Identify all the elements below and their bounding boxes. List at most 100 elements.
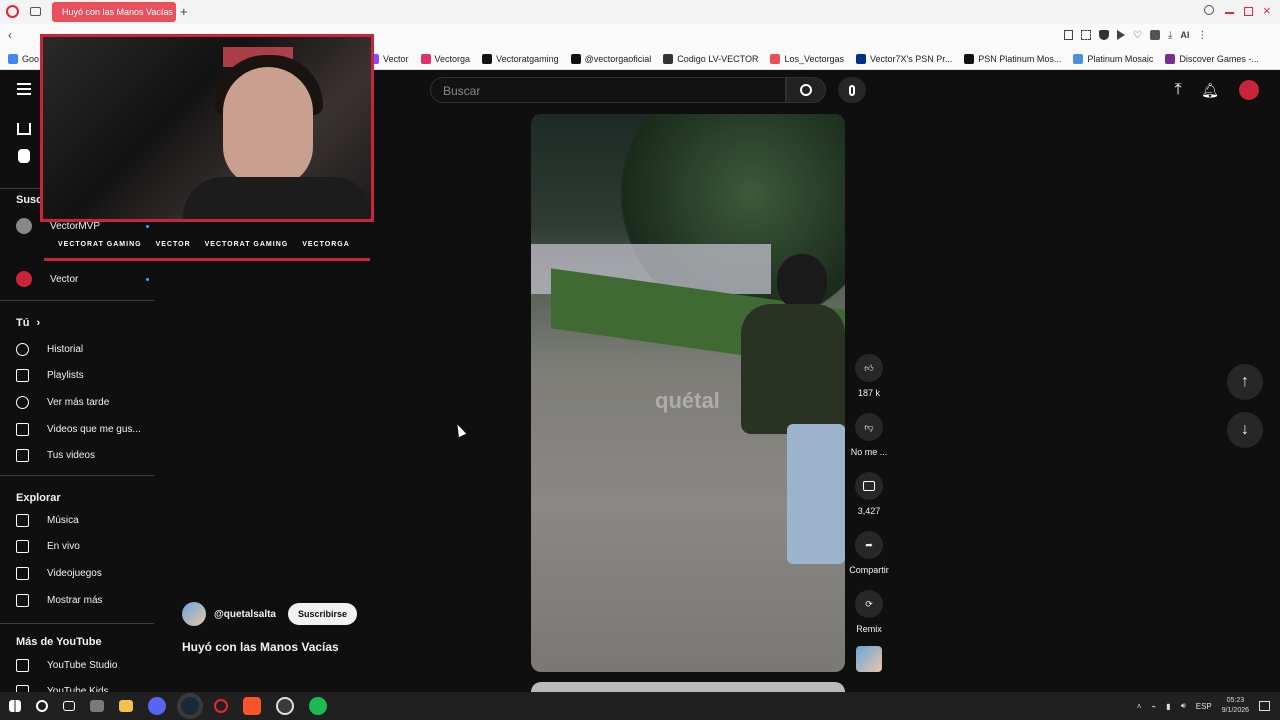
tab-manager-icon[interactable] (30, 7, 41, 16)
you-heading[interactable]: Tú › (16, 317, 40, 329)
bookmark-item[interactable]: Codigo LV-VECTOR (663, 53, 759, 64)
language-indicator[interactable]: ESP (1196, 702, 1212, 711)
search-icon (800, 84, 812, 96)
maximize-icon[interactable] (1244, 7, 1253, 16)
search-icon[interactable] (36, 700, 48, 712)
sidebar-item[interactable]: YouTube Studio (16, 655, 117, 675)
voice-search-button[interactable] (838, 77, 866, 103)
bookmark-item[interactable]: PSN Platinum Mos... (964, 53, 1061, 64)
search-input[interactable]: Buscar (430, 77, 786, 103)
back-icon[interactable]: ‹ (8, 28, 12, 42)
dislike-label: No me ... (850, 447, 888, 457)
bookmark-item[interactable]: Vectorga (420, 53, 470, 64)
menu-icon[interactable]: ⋮ (1197, 30, 1207, 41)
extension-icon[interactable] (1149, 30, 1160, 40)
bookmark-item[interactable]: Vectoratgaming (482, 53, 559, 64)
sidebar-item[interactable]: Vector (16, 269, 149, 289)
sidebar-item[interactable]: Playlists (16, 366, 84, 386)
opera-icon[interactable] (214, 699, 228, 713)
hamburger-menu-icon[interactable] (17, 83, 31, 95)
comments-button[interactable] (855, 472, 883, 500)
notifications-bell-icon[interactable]: 🔔︎ (1200, 80, 1220, 100)
short-video-player[interactable]: quétal (531, 114, 845, 672)
sidebar-item-label: Ver más tarde (47, 396, 110, 408)
ai-icon[interactable]: AI (1180, 30, 1189, 41)
arrow-down-icon: ↓ (1241, 421, 1249, 438)
bookmark-item[interactable]: Vector (369, 53, 409, 64)
sidebar-item-label: Videos que me gus... (47, 423, 141, 435)
microphone-tray-icon[interactable]: ▮ (1166, 702, 1170, 711)
play-icon[interactable] (1117, 30, 1125, 40)
remix-button[interactable]: ⟳ (855, 590, 883, 618)
heart-icon[interactable]: ♡ (1133, 30, 1142, 41)
remix-action: ⟳ Remix (846, 590, 892, 634)
like-count: 187 k (857, 388, 881, 398)
new-tab-icon[interactable]: + (180, 4, 188, 19)
windows-start-icon[interactable] (9, 700, 21, 712)
bookmark-label: Codigo LV-VECTOR (677, 53, 759, 64)
sidebar-item[interactable]: Videojuegos (16, 563, 102, 583)
bookmark-favicon-icon (663, 53, 674, 64)
file-manager-icon[interactable] (90, 700, 104, 712)
search-tabs-icon[interactable] (1204, 5, 1214, 15)
bookmark-item[interactable]: Discover Games -... (1165, 53, 1259, 64)
sidebar-item[interactable]: Música (16, 510, 79, 530)
sidebar-item[interactable]: Tus videos (16, 446, 95, 466)
bookmark-favicon-icon (420, 53, 431, 64)
opera-logo-icon[interactable] (6, 5, 19, 18)
file-explorer-icon[interactable] (119, 700, 133, 712)
gaming-icon (16, 566, 29, 580)
next-short-button[interactable]: ↓ (1227, 412, 1263, 448)
audio-source-avatar[interactable] (856, 646, 882, 672)
sidebar-item[interactable]: Historial (16, 339, 83, 359)
short-title[interactable]: Huyó con las Manos Vacías (182, 640, 339, 654)
obs-icon[interactable] (276, 697, 294, 715)
home-icon[interactable] (17, 123, 31, 135)
upload-icon[interactable]: ⤒ (1168, 80, 1188, 100)
sidebar-item[interactable]: En vivo (16, 537, 80, 557)
channel-name[interactable]: @quetalsalta (214, 609, 276, 620)
notifications-icon[interactable] (1259, 701, 1270, 711)
network-icon[interactable]: ⌁ (1151, 702, 1156, 711)
dislike-button[interactable]: 👎︎ (855, 413, 883, 441)
bookmark-label: Vector7X's PSN Pr... (870, 53, 953, 64)
minimize-icon[interactable] (1225, 12, 1234, 14)
clock[interactable]: 05:23 9/1/2026 (1222, 696, 1249, 716)
share-button[interactable]: ➦ (855, 531, 883, 559)
search-button[interactable] (786, 77, 826, 103)
spotify-icon[interactable] (309, 697, 327, 715)
microphone-icon (849, 84, 855, 96)
sidebar-item-label: Videojuegos (47, 567, 102, 579)
discord-icon[interactable] (148, 697, 166, 715)
bookmark-icon[interactable] (1064, 30, 1073, 40)
like-button[interactable]: 👍︎ (855, 354, 883, 382)
shield-icon[interactable] (1099, 30, 1109, 40)
sidebar-item-label: En vivo (47, 541, 80, 553)
steam-icon[interactable] (181, 697, 199, 715)
comment-count: 3,427 (857, 506, 881, 516)
subscribe-button[interactable]: Suscribirse (288, 603, 358, 625)
close-icon[interactable]: × (1263, 3, 1271, 18)
volume-icon[interactable]: 🔊︎ (1181, 701, 1186, 711)
bookmark-item[interactable]: Platinum Mosaic (1073, 53, 1153, 64)
dislike-action: 👎︎ No me ... (846, 413, 892, 457)
snapshot-icon[interactable] (1081, 30, 1091, 40)
chevron-up-icon[interactable]: ˄ (1137, 702, 1142, 711)
sidebar-item[interactable]: Ver más tarde (16, 392, 109, 412)
bookmark-item[interactable]: Goo (8, 53, 39, 64)
previous-short-button[interactable]: ↑ (1227, 364, 1263, 400)
channel-row: @quetalsalta Suscribirse (182, 602, 358, 626)
brave-icon[interactable] (243, 697, 261, 715)
sidebar-item[interactable]: Videos que me gus... (16, 419, 141, 439)
download-icon[interactable]: ⤓ (1168, 30, 1172, 41)
sidebar-item[interactable]: Mostrar más (16, 590, 103, 610)
active-tab[interactable]: Huyó con las Manos Vacías (52, 2, 176, 22)
channel-avatar[interactable] (182, 602, 206, 626)
bookmark-item[interactable]: Los_Vectorgas (770, 53, 844, 64)
task-view-icon[interactable] (63, 701, 75, 711)
bookmark-item[interactable]: @vectorgaoficial (570, 53, 651, 64)
bookmark-favicon-icon (770, 53, 781, 64)
shorts-icon[interactable] (18, 149, 30, 163)
account-avatar[interactable] (1239, 80, 1259, 100)
bookmark-item[interactable]: Vector7X's PSN Pr... (856, 53, 953, 64)
